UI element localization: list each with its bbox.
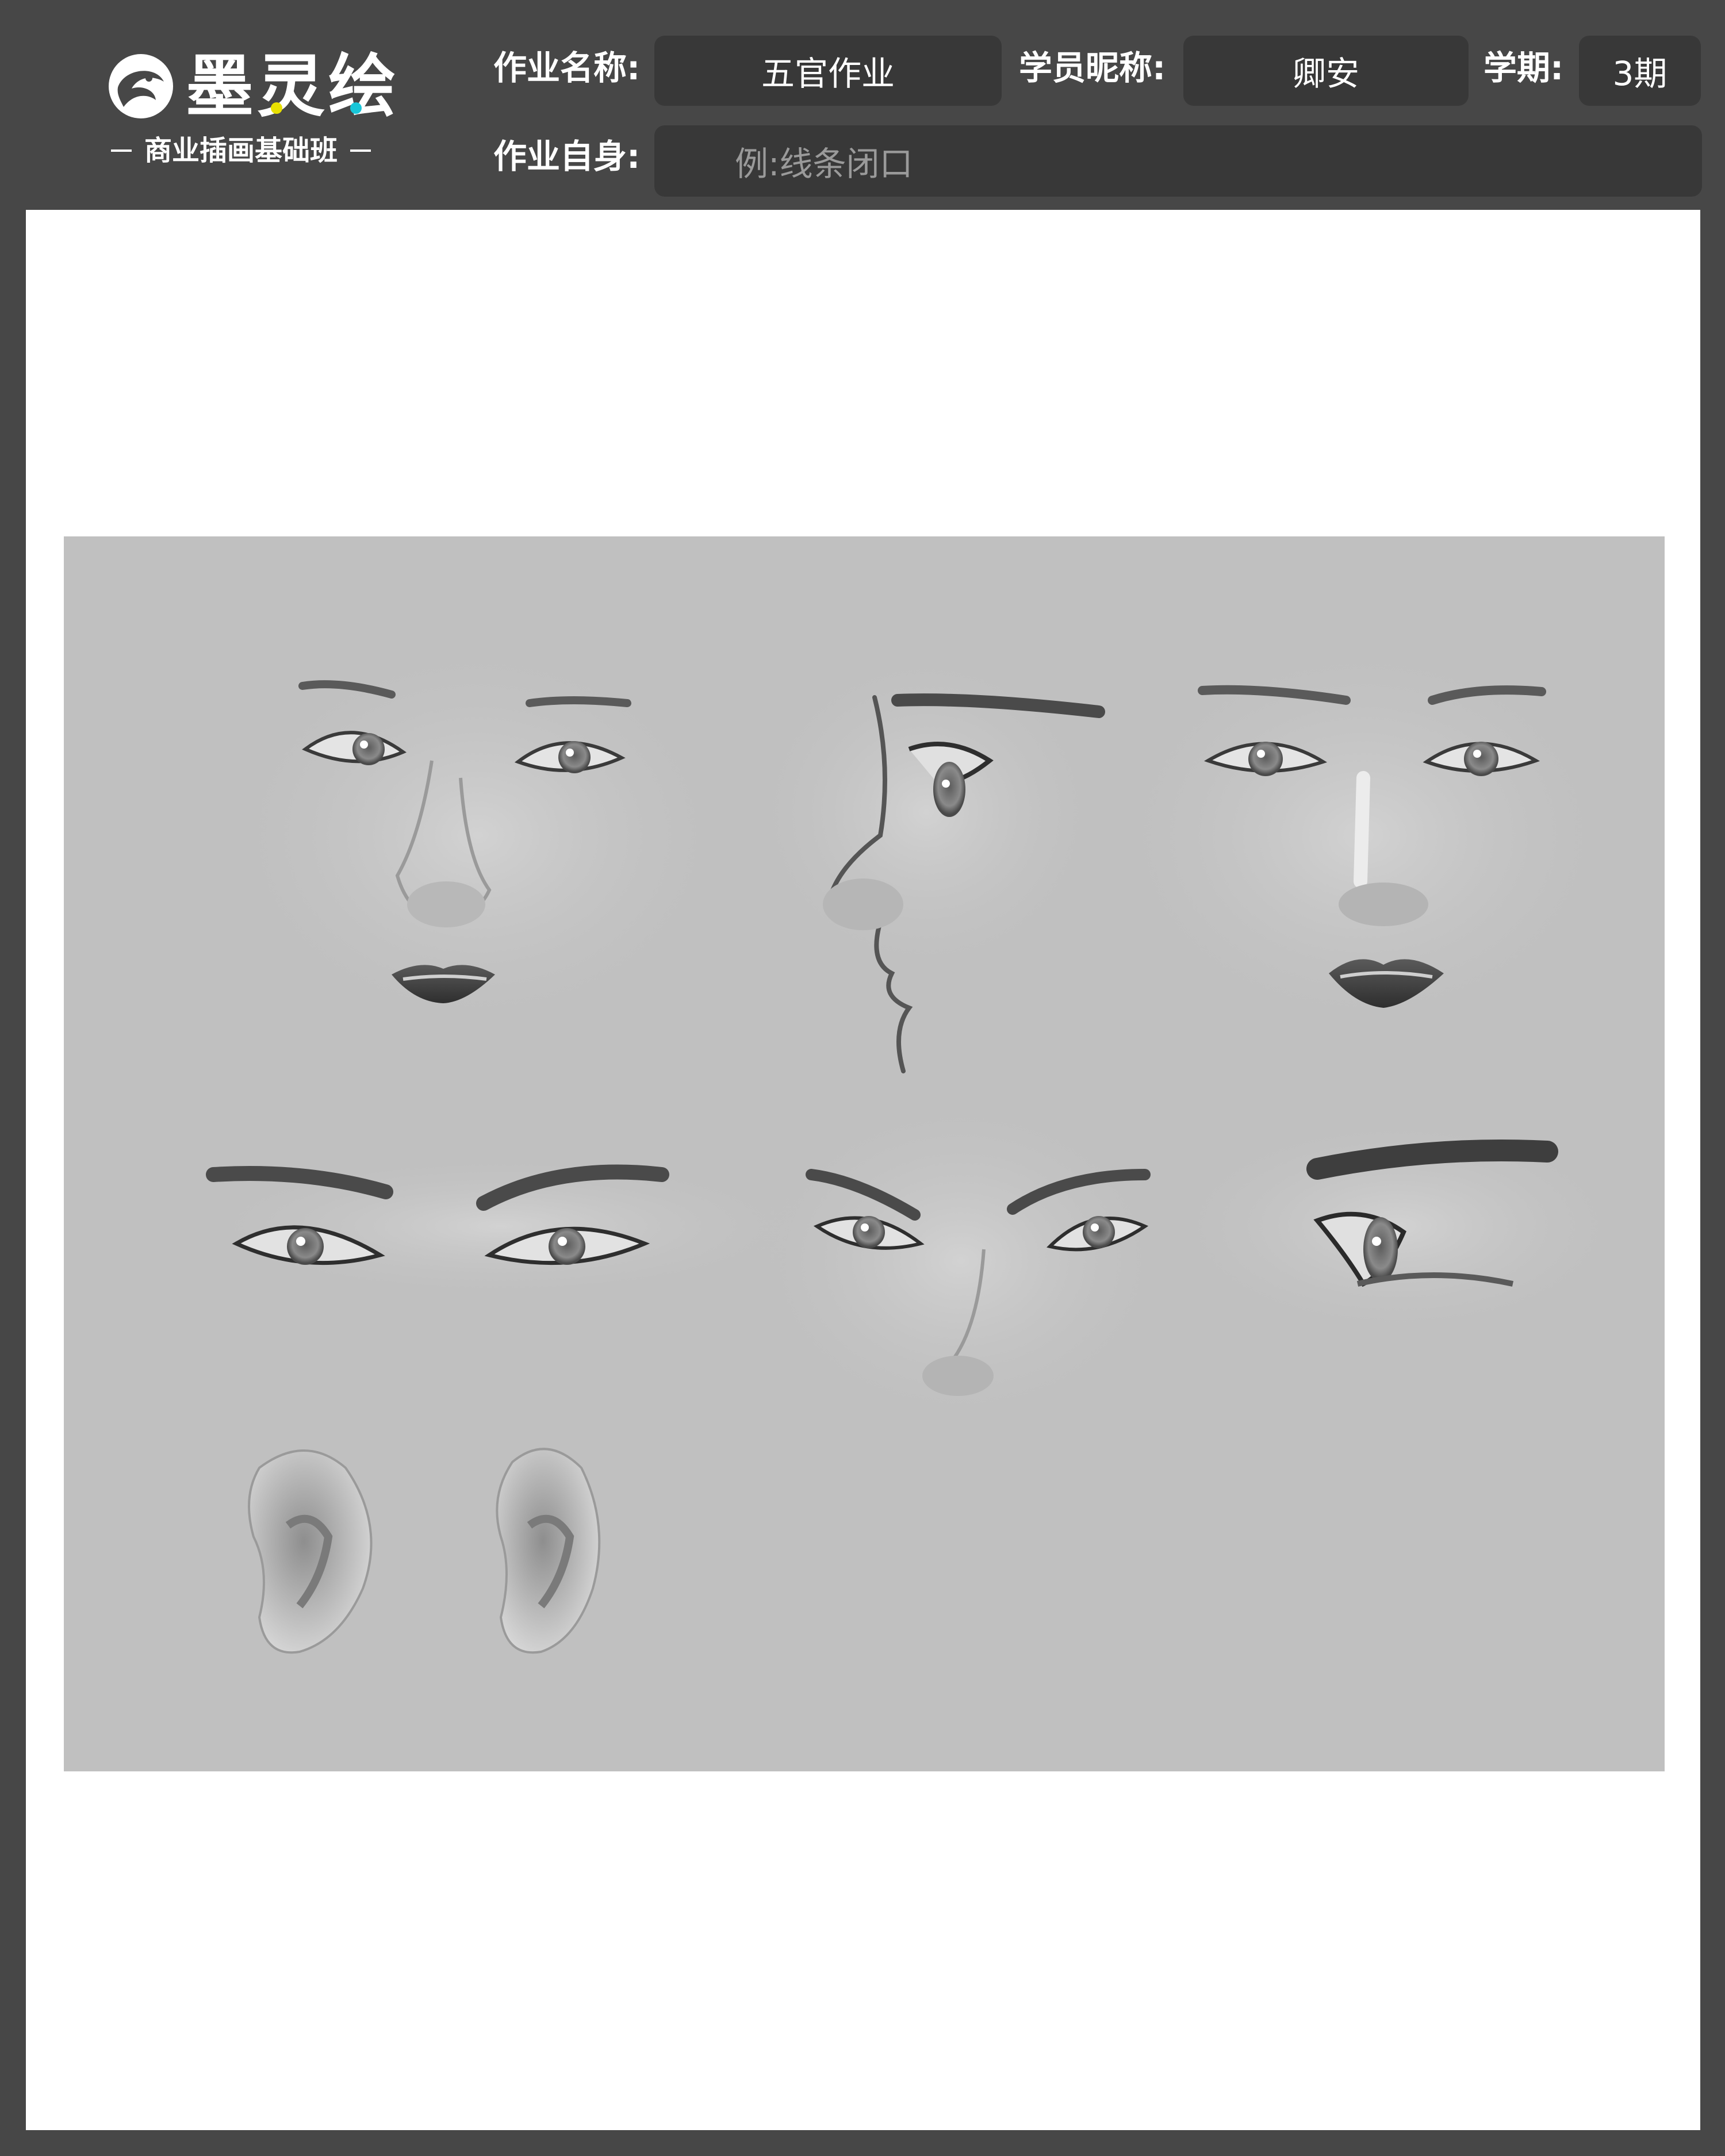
facial-features-drawing [179, 628, 1639, 1654]
face-front-1 [213, 628, 742, 1042]
ears [248, 1448, 601, 1654]
nickname-label: 学员昵称: [1019, 48, 1166, 87]
nickname-value: 卿安 [1292, 54, 1359, 93]
term-label: 学期: [1483, 48, 1564, 87]
homework-sheet: 墨灵绘 商业插画基础班 作业名称: 五官作业 学员昵称: 卿安 学期: 3期 作… [0, 0, 1725, 2156]
brand-accent-dot-yellow [271, 102, 282, 114]
brand-mark-icon [109, 54, 173, 118]
face-profile [742, 640, 1110, 1073]
term-field[interactable]: 3期 [1579, 36, 1701, 106]
self-review-label: 作业自身: [493, 137, 641, 176]
face-front-2 [1099, 628, 1628, 1042]
self-review-placeholder: 例:线条闭口 [735, 144, 913, 183]
divider-right [350, 149, 371, 152]
eyes-pair [179, 1152, 823, 1301]
brand-logo: 墨灵绘 商业插画基础班 [106, 46, 417, 178]
brand-subtitle-row: 商业插画基础班 [111, 132, 410, 169]
brand-accent-dot-cyan [350, 102, 362, 114]
brand-subtitle: 商业插画基础班 [144, 135, 338, 167]
nickname-field[interactable]: 卿安 [1183, 36, 1469, 106]
brand-title: 墨灵绘 [186, 47, 400, 126]
eye-side-view [1156, 1111, 1639, 1341]
assignment-name-value: 五官作业 [761, 54, 895, 93]
term-value: 3期 [1612, 54, 1667, 93]
self-review-field[interactable]: 例:线条闭口 [654, 125, 1702, 197]
assignment-name-label: 作业名称: [493, 48, 641, 87]
submission-canvas [26, 210, 1700, 2130]
facial-features-artwork [64, 536, 1665, 1771]
face-eyes-nose [742, 1088, 1179, 1433]
divider-left [111, 149, 132, 152]
assignment-name-field[interactable]: 五官作业 [654, 36, 1002, 106]
